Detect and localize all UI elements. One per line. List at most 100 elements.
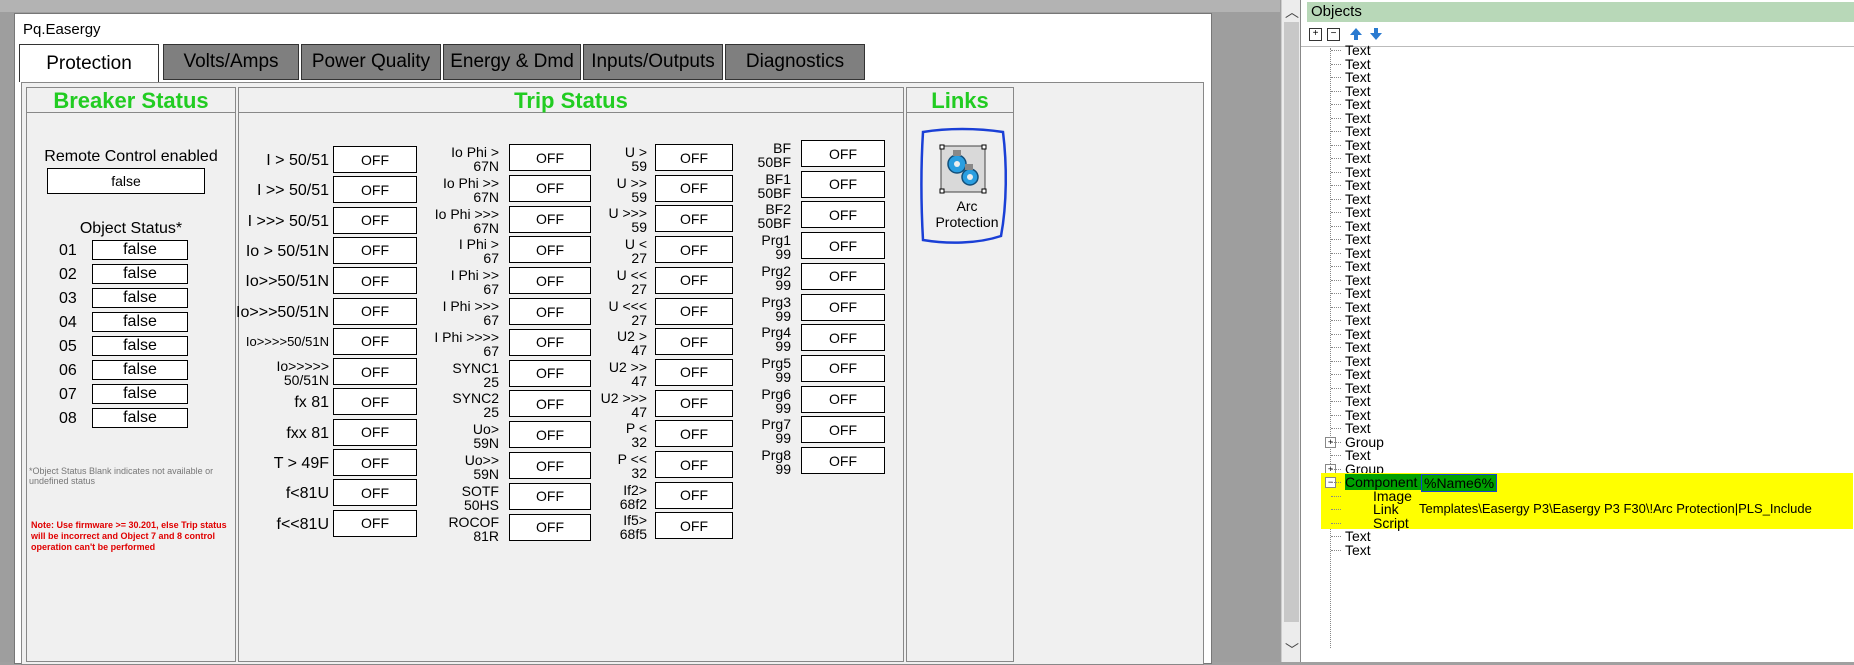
trip-label: Io Phi >> 67N — [393, 176, 499, 204]
trip-label: SYNC1 25 — [393, 361, 499, 389]
trip-label-line2: 47 — [631, 342, 647, 359]
tab-power-quality[interactable]: Power Quality — [301, 44, 441, 80]
trip-label-line1: Uo> — [472, 421, 499, 438]
breaker-status-title: Breaker Status — [27, 88, 235, 113]
trip-label-line1: I Phi >> — [450, 267, 499, 284]
vertical-scrollbar[interactable]: ︿ ﹀ — [1281, 0, 1301, 662]
window-title: Pq.Easergy — [23, 21, 101, 38]
trip-status-value: OFF — [801, 232, 885, 260]
trip-label-line2: 99 — [775, 338, 791, 355]
trip-label: If2> 68f2 — [541, 483, 647, 511]
object-status-value: false — [92, 264, 188, 284]
trip-label-line1: U2 >> — [608, 358, 647, 375]
trip-label-line2: 25 — [483, 404, 499, 421]
tree-connector — [1331, 455, 1341, 456]
trip-label: Prg2 99 — [685, 264, 791, 292]
trip-label-line1: U < — [624, 236, 647, 253]
trip-label: U2 >47 — [541, 329, 647, 357]
tab-protection[interactable]: Protection — [19, 44, 159, 82]
scroll-thumb[interactable] — [1284, 22, 1299, 622]
trip-label-line1: Prg3 — [761, 293, 791, 310]
trip-label-line2: 67 — [483, 312, 499, 328]
trip-label: BF2 50BF — [685, 202, 791, 230]
scroll-down-icon[interactable]: ﹀ — [1285, 640, 1299, 660]
trip-label-line1: SOTF — [461, 482, 499, 499]
tree-connector — [1331, 482, 1341, 483]
tree-connector — [1331, 414, 1341, 416]
tab-energy-dmd[interactable]: Energy & Dmd — [443, 44, 581, 80]
tree-connector — [1331, 252, 1341, 254]
trip-label-line2: 67 — [483, 250, 499, 267]
trip-label-line2: 59 — [631, 219, 647, 236]
trip-status-value: OFF — [801, 416, 885, 444]
trip-label-line2: 47 — [631, 403, 647, 420]
tree-connector — [1331, 225, 1341, 227]
trip-label: I >> 50/51 — [256, 182, 329, 200]
trip-label: U >59 — [541, 145, 647, 173]
trip-label: BF 50BF — [685, 141, 791, 169]
trip-status-value: OFF — [801, 201, 885, 229]
trip-label: T > 49F — [273, 455, 329, 472]
trip-label-line2: 67N — [473, 188, 499, 205]
link-value: Templates\Easergy P3\Easergy P3 F30\!Arc… — [1419, 501, 1812, 516]
object-status-footnote: *Object Status Blank indicates not avail… — [29, 466, 214, 486]
tree-item-script[interactable]: Script — [1373, 515, 1409, 531]
tab-inputs-outputs[interactable]: Inputs/Outputs — [583, 44, 723, 80]
trip-label: U <27 — [541, 237, 647, 265]
trip-label-line2: 50/51N — [283, 372, 329, 389]
object-number: 06 — [59, 362, 77, 379]
object-status-value: false — [92, 288, 188, 308]
trip-label-line1: Prg2 — [761, 262, 791, 279]
links-title: Links — [907, 88, 1013, 113]
trip-label: Io>>50/51N — [245, 273, 329, 291]
trip-label-line2: 68f5 — [619, 526, 647, 543]
object-number: 01 — [59, 242, 77, 259]
trip-label-line2: 99 — [775, 246, 791, 263]
trip-label-line1: Prg6 — [761, 385, 791, 402]
trip-status-value: OFF — [801, 140, 885, 167]
tab-diagnostics[interactable]: Diagnostics — [725, 44, 865, 80]
object-status-label: Object Status* — [79, 220, 183, 237]
trip-label-line2: 68f2 — [619, 495, 647, 512]
object-number: 02 — [59, 266, 77, 283]
tree-connector — [1331, 212, 1341, 213]
trip-label-line2: 99 — [775, 368, 791, 385]
tree-connector — [1331, 293, 1341, 294]
trip-label: BF1 50BF — [685, 172, 791, 200]
trip-label-line1: P << — [617, 451, 647, 467]
scroll-up-icon[interactable]: ︿ — [1285, 2, 1299, 22]
trip-label: U <<< 27 — [541, 299, 647, 327]
trip-label-line1: Io>>>>> — [276, 358, 329, 375]
trip-label-line1: Prg4 — [761, 324, 791, 341]
trip-label-line1: SYNC2 — [452, 390, 499, 407]
trip-label: Prg5 99 — [685, 356, 791, 384]
move-up-icon[interactable] — [1349, 27, 1363, 41]
expand-all-icon[interactable]: + — [1309, 28, 1322, 41]
trip-label-line2: 99 — [775, 399, 791, 416]
trip-label: U >> 59 — [541, 176, 647, 204]
trip-label-line2: 50BF — [757, 215, 791, 232]
tree-connector — [1331, 401, 1341, 402]
component-name[interactable]: %Name6% — [1421, 474, 1498, 492]
tab-volts-amps[interactable]: Volts/Amps — [163, 44, 299, 80]
trip-label-line2: 67N — [473, 219, 499, 236]
trip-label: fx 81 — [294, 394, 329, 412]
collapse-all-icon[interactable]: − — [1327, 28, 1340, 41]
tree-connector — [1331, 374, 1341, 375]
trip-status-value: OFF — [801, 385, 885, 413]
objects-toolbar: + − — [1301, 24, 1854, 47]
tree-connector — [1331, 104, 1341, 105]
tree-item-text[interactable]: Text — [1345, 542, 1371, 558]
trip-label-line1: Prg8 — [761, 447, 791, 463]
trip-status-value: OFF — [655, 512, 733, 540]
trip-label-line1: Io Phi >> — [442, 174, 499, 191]
trip-label-line1: U >> — [616, 174, 647, 191]
arc-protection-link[interactable] — [939, 144, 987, 194]
tree-connector — [1331, 266, 1341, 267]
arc-protection-label: Arc Protection — [907, 198, 1027, 230]
tree-connector — [1331, 77, 1341, 78]
move-down-icon[interactable] — [1369, 27, 1383, 41]
trip-label-line2: 59 — [631, 188, 647, 205]
arc-label-line2: Protection — [935, 214, 999, 230]
trip-label-line2: 50BF — [757, 154, 791, 170]
